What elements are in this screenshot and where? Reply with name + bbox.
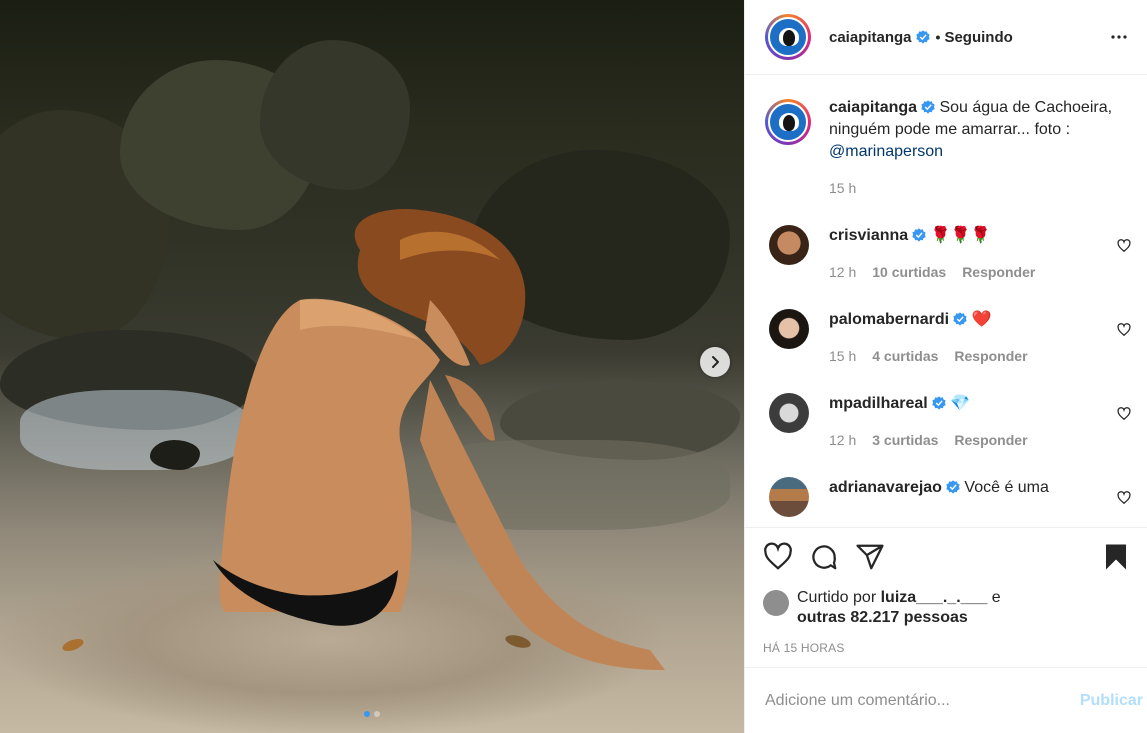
comment-like-heart-icon[interactable]	[1117, 323, 1131, 337]
post-sidebar: caiapitanga • Seguindo caiapitanga Sou á…	[744, 0, 1147, 733]
comment-username[interactable]: adrianavarejao	[829, 479, 942, 496]
verified-badge-icon	[946, 480, 960, 494]
woman-figure	[213, 209, 665, 670]
next-slide-button[interactable]	[700, 347, 730, 377]
comments-list[interactable]: caiapitanga Sou água de Cachoeira, ningu…	[745, 75, 1147, 527]
heart-icon[interactable]	[763, 542, 793, 572]
add-comment-bar: Publicar	[745, 667, 1147, 733]
commenter-avatar[interactable]	[769, 225, 809, 265]
comment-item: adrianavarejao Você é uma	[765, 477, 1131, 517]
comment-username[interactable]: crisvianna	[829, 227, 908, 244]
liked-by-conj: e	[987, 589, 1001, 606]
verified-badge-icon	[932, 396, 946, 410]
comment-icon[interactable]	[809, 542, 839, 572]
share-icon[interactable]	[855, 542, 885, 572]
comment-likes[interactable]: 4 curtidas	[872, 345, 938, 367]
post-header: caiapitanga • Seguindo	[745, 0, 1147, 75]
reply-button[interactable]: Responder	[954, 345, 1027, 367]
commenter-avatar[interactable]	[769, 309, 809, 349]
comment-like-heart-icon[interactable]	[1117, 491, 1131, 505]
reply-button[interactable]: Responder	[954, 429, 1027, 451]
comment-username[interactable]: palomabernardi	[829, 311, 949, 328]
comment-text: 💎	[950, 395, 971, 412]
comment-text: Você é uma	[964, 479, 1049, 496]
comment-likes[interactable]: 10 curtidas	[872, 261, 946, 283]
commenter-avatar[interactable]	[769, 393, 809, 433]
author-avatar[interactable]	[765, 14, 811, 60]
carousel-dot	[364, 711, 370, 717]
liked-by-user[interactable]: luiza___._.___	[881, 589, 988, 606]
commenter-avatar[interactable]	[769, 477, 809, 517]
comment-likes[interactable]: 3 curtidas	[872, 429, 938, 451]
instagram-post: caiapitanga • Seguindo caiapitanga Sou á…	[0, 0, 1147, 733]
post-photo[interactable]	[0, 0, 744, 733]
reply-button[interactable]: Responder	[962, 261, 1035, 283]
liked-by-prefix: Curtido por	[797, 589, 881, 606]
verified-badge-icon	[912, 228, 926, 242]
caption-avatar[interactable]	[765, 99, 811, 145]
carousel-dot	[374, 711, 380, 717]
follow-status-button[interactable]: Seguindo	[944, 29, 1012, 46]
likes-count-button[interactable]: outras 82.217 pessoas	[797, 609, 968, 626]
comment-like-heart-icon[interactable]	[1117, 239, 1131, 253]
caption-mention-link[interactable]: @marinaperson	[829, 143, 943, 160]
comment-item: mpadilhareal 💎 12 h 3 curtidas Responder	[765, 393, 1131, 451]
verified-badge-icon	[915, 30, 930, 44]
likes-summary: Curtido por luiza___._.___ e outras 82.2…	[763, 588, 1131, 628]
caption-username[interactable]: caiapitanga	[829, 99, 917, 116]
comment-like-heart-icon[interactable]	[1117, 407, 1131, 421]
post-actions: Curtido por luiza___._.___ e outras 82.2…	[745, 527, 1147, 655]
comment-time[interactable]: 15 h	[829, 345, 856, 367]
bookmark-icon[interactable]	[1101, 542, 1131, 572]
liker-avatar[interactable]	[763, 590, 789, 616]
comment-input[interactable]	[765, 691, 1080, 710]
comment-text: ❤️	[971, 311, 992, 328]
author-username[interactable]: caiapitanga	[829, 29, 912, 46]
comment-item: crisvianna 🌹🌹🌹 12 h 10 curtidas Responde…	[765, 225, 1131, 283]
post-caption: caiapitanga Sou água de Cachoeira, ningu…	[765, 97, 1131, 199]
caption-time[interactable]: 15 h	[829, 177, 856, 199]
more-options-icon[interactable]	[1107, 25, 1131, 49]
publish-button[interactable]: Publicar	[1080, 692, 1143, 710]
comment-username[interactable]: mpadilhareal	[829, 395, 928, 412]
comment-text: 🌹🌹🌹	[930, 227, 991, 244]
post-timestamp[interactable]: HÁ 15 HORAS	[763, 641, 1131, 655]
chevron-right-icon	[712, 356, 719, 368]
comment-item: palomabernardi ❤️ 15 h 4 curtidas Respon…	[765, 309, 1131, 367]
carousel-indicator	[364, 711, 380, 717]
verified-badge-icon	[953, 312, 967, 326]
separator-dot: •	[935, 29, 941, 45]
verified-badge-icon	[921, 100, 935, 114]
comment-time[interactable]: 12 h	[829, 261, 856, 283]
comment-time[interactable]: 12 h	[829, 429, 856, 451]
